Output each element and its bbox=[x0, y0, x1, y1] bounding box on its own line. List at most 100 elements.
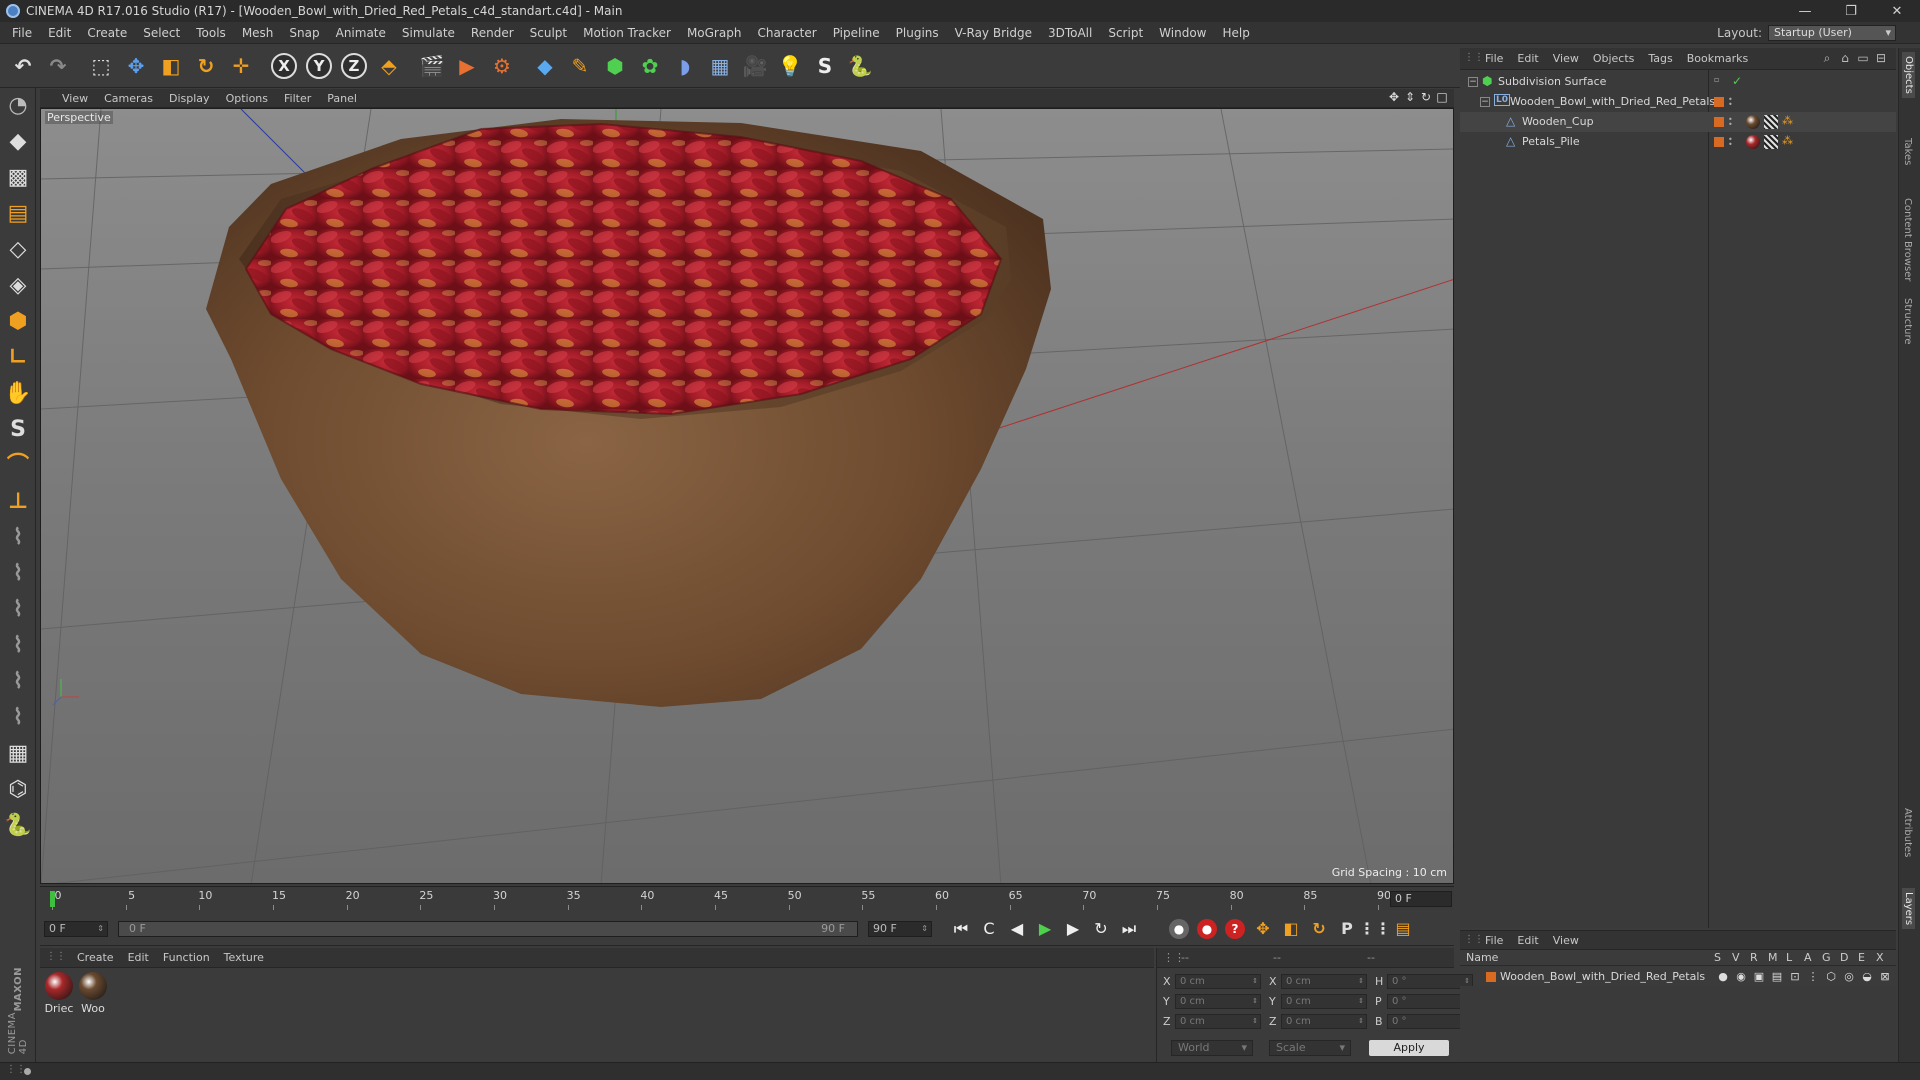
key-scale-button[interactable]: ◧ bbox=[1278, 916, 1304, 942]
viewport-menu-view[interactable]: View bbox=[54, 92, 96, 105]
live-selection-button[interactable]: ⬚ bbox=[86, 50, 116, 82]
new-view-icon[interactable]: ▭ bbox=[1854, 51, 1872, 66]
layer-column-g[interactable]: G bbox=[1822, 951, 1831, 964]
record-key-disabled-button[interactable]: ● bbox=[1166, 916, 1192, 942]
size-y-field[interactable]: 0 cm ⇕ bbox=[1281, 993, 1367, 1009]
smooth-brush-button[interactable]: ⌇ bbox=[0, 592, 36, 628]
layer-color-icon[interactable] bbox=[1714, 117, 1724, 127]
material-swatch[interactable]: Driec bbox=[44, 972, 74, 1015]
layer-column-v[interactable]: V bbox=[1732, 951, 1740, 964]
side-tab-layers[interactable]: Layers bbox=[1902, 888, 1915, 930]
layer-color-swatch[interactable] bbox=[1486, 972, 1496, 982]
solo-flag-icon[interactable]: ● bbox=[1714, 970, 1732, 983]
object-menu-view[interactable]: View bbox=[1546, 52, 1586, 65]
subdivision-button[interactable]: ⬢ bbox=[600, 50, 630, 82]
position-y-field[interactable]: 0 cm ⇕ bbox=[1175, 993, 1261, 1009]
menu-motion-tracker[interactable]: Motion Tracker bbox=[575, 22, 679, 44]
size-x-field[interactable]: 0 cm ⇕ bbox=[1281, 973, 1367, 989]
coordinate-system-button[interactable]: ⬘ bbox=[374, 50, 404, 82]
material-menu-edit[interactable]: Edit bbox=[121, 951, 156, 964]
size-z-field[interactable]: 0 cm ⇕ bbox=[1281, 1013, 1367, 1029]
timeline-ruler[interactable]: 0 5 10 15 20 25 30 35 40 45 50 55 60 65 70 75 80 85 90 0 F bbox=[40, 886, 1454, 910]
object-menu-tags[interactable]: Tags bbox=[1641, 52, 1679, 65]
rotate-view-icon[interactable]: ↻ bbox=[1418, 90, 1434, 104]
layer-column-a[interactable]: A bbox=[1804, 951, 1812, 964]
menu-create[interactable]: Create bbox=[79, 22, 135, 44]
search-icon[interactable]: ⌕ bbox=[1818, 51, 1836, 66]
brush-button[interactable]: ⌇ bbox=[0, 520, 36, 556]
object-row-subdivision-surface[interactable]: − ⬢ Subdivision Surface ▫ ✓ bbox=[1460, 72, 1896, 92]
locked-flag-icon[interactable]: ⊡ bbox=[1786, 970, 1804, 983]
autokeying-button[interactable]: ? bbox=[1222, 916, 1248, 942]
spinner-icon[interactable]: ⇕ bbox=[1252, 1015, 1258, 1028]
menu-script[interactable]: Script bbox=[1100, 22, 1151, 44]
camera-button[interactable]: 🎥 bbox=[740, 50, 770, 82]
x-axis-button[interactable]: X bbox=[269, 50, 299, 82]
end-frame-spinner[interactable]: ⇕ bbox=[921, 922, 928, 936]
side-tab-content-browser[interactable]: Content Browser bbox=[1902, 198, 1913, 281]
tweak-mode-button[interactable]: ✋ bbox=[0, 376, 36, 412]
menu-v-ray-bridge[interactable]: V-Ray Bridge bbox=[947, 22, 1040, 44]
viewport-menu-options[interactable]: Options bbox=[218, 92, 276, 105]
magnet-button[interactable]: ⌒ bbox=[0, 448, 36, 484]
apply-button[interactable]: Apply bbox=[1369, 1040, 1449, 1056]
menu-snap[interactable]: Snap bbox=[281, 22, 327, 44]
axis-mode-button[interactable]: ∟ bbox=[0, 340, 36, 376]
viewport-menu-panel[interactable]: Panel bbox=[319, 92, 365, 105]
go-to-end-button[interactable]: ⏭ bbox=[1116, 916, 1142, 942]
layer-column-e[interactable]: E bbox=[1858, 951, 1865, 964]
side-tab-attributes[interactable]: Attributes bbox=[1902, 808, 1913, 857]
paint-brush-button[interactable]: ⌇ bbox=[0, 628, 36, 664]
object-row-wooden-bowl-with-dried-red-petals[interactable]: − L0 Wooden_Bowl_with_Dried_Red_Petals • • bbox=[1460, 92, 1896, 112]
expand-toggle-icon[interactable]: − bbox=[1468, 77, 1478, 87]
position-x-field[interactable]: 0 cm ⇕ bbox=[1175, 973, 1261, 989]
toggle-view-icon[interactable]: □ bbox=[1434, 90, 1450, 104]
object-row-petals-pile[interactable]: △ Petals_Pile • • ⁂ bbox=[1460, 132, 1896, 152]
scale-button[interactable]: ◧ bbox=[156, 50, 186, 82]
workplane-axis-button[interactable]: ⊥ bbox=[0, 484, 36, 520]
menu-file[interactable]: File bbox=[4, 22, 40, 44]
uvw-tag-icon[interactable] bbox=[1764, 115, 1778, 129]
object-menu-objects[interactable]: Objects bbox=[1586, 52, 1642, 65]
solo-button[interactable]: ⌬ bbox=[0, 772, 36, 808]
lock-panel-icon[interactable]: ⊟ bbox=[1872, 51, 1890, 66]
menu-window[interactable]: Window bbox=[1151, 22, 1214, 44]
frame-range-slider[interactable]: 0 F 90 F bbox=[118, 920, 858, 937]
position-z-field[interactable]: 0 cm ⇕ bbox=[1175, 1013, 1261, 1029]
material-menu-function[interactable]: Function bbox=[156, 951, 217, 964]
key-pla-button[interactable]: ⋮⋮ bbox=[1359, 916, 1391, 942]
generators-flag-icon[interactable]: ⬡ bbox=[1822, 970, 1840, 983]
light-button[interactable]: 💡 bbox=[775, 50, 805, 82]
menu-simulate[interactable]: Simulate bbox=[394, 22, 463, 44]
spinner-icon[interactable]: ⇕ bbox=[1358, 1015, 1364, 1028]
edit-render-settings-button[interactable]: ⚙ bbox=[487, 50, 517, 82]
spinner-icon[interactable]: ⇕ bbox=[1358, 975, 1364, 988]
key-parameter-button[interactable]: P bbox=[1334, 916, 1360, 942]
make-editable-button[interactable]: ◔ bbox=[0, 88, 36, 124]
uvw-tag-icon[interactable] bbox=[1764, 135, 1778, 149]
python-button[interactable]: 🐍 bbox=[845, 50, 875, 82]
close-button[interactable]: ✕ bbox=[1874, 0, 1920, 22]
layer-column-s[interactable]: S bbox=[1714, 951, 1721, 964]
layer-column-d[interactable]: D bbox=[1840, 951, 1848, 964]
python-console-button[interactable]: 🐍 bbox=[0, 808, 36, 844]
layer-column-x[interactable]: X bbox=[1876, 951, 1884, 964]
coordinate-mode-dropdown[interactable]: Scale bbox=[1269, 1040, 1351, 1056]
snap-button[interactable]: S bbox=[0, 412, 36, 448]
selection-tag-icon[interactable]: ⁂ bbox=[1782, 134, 1793, 147]
visibility-dots-icon[interactable]: • • bbox=[1728, 116, 1734, 129]
previous-frame-button[interactable]: ◀ bbox=[1004, 916, 1030, 942]
layer-column-r[interactable]: R bbox=[1750, 951, 1758, 964]
vray-button[interactable]: S bbox=[810, 50, 840, 82]
layer-color-icon[interactable] bbox=[1714, 97, 1724, 107]
play-forward-button[interactable]: ▶ bbox=[1032, 916, 1058, 942]
home-icon[interactable]: ⌂ bbox=[1836, 51, 1854, 66]
visibility-dots-icon[interactable]: • • bbox=[1728, 96, 1734, 109]
current-frame-field[interactable]: 0 F bbox=[1390, 891, 1452, 907]
layout-dropdown[interactable]: Startup (User) bbox=[1768, 25, 1896, 41]
menu-mesh[interactable]: Mesh bbox=[234, 22, 282, 44]
redo-button[interactable]: ↷ bbox=[43, 50, 73, 82]
menu-render[interactable]: Render bbox=[463, 22, 522, 44]
render-flag-icon[interactable]: ▣ bbox=[1750, 970, 1768, 983]
viewport-menu-filter[interactable]: Filter bbox=[276, 92, 319, 105]
